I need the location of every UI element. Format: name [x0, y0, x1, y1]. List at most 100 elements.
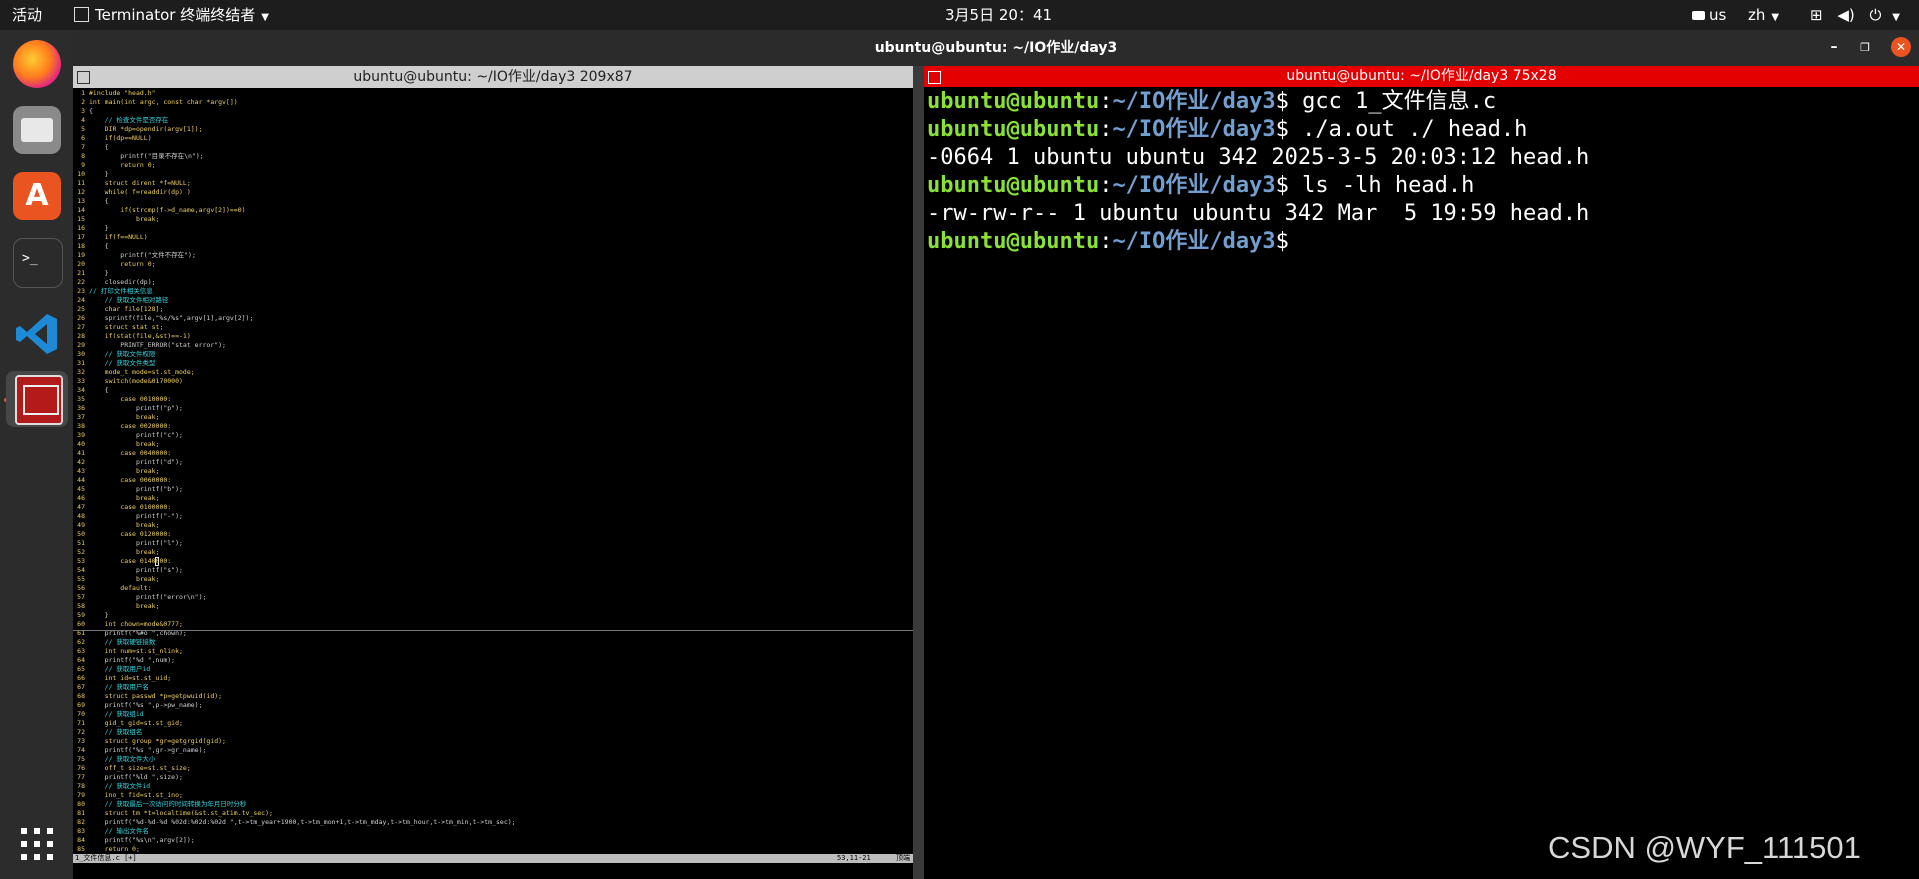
code-line: #include "head.h"	[89, 89, 156, 97]
app-menu[interactable]: Terminator 终端终结者 ▼	[74, 0, 269, 30]
terminator-icon[interactable]	[15, 375, 63, 425]
system-menu[interactable]: ⊞ ◀) ⏻ ▼	[1810, 0, 1900, 30]
code-line: printf("%s ",gr->gr_name);	[89, 746, 207, 754]
line-number: 42	[77, 458, 85, 466]
input-method-indicator[interactable]: zh ▼	[1748, 0, 1779, 30]
line-number: 11	[77, 179, 85, 187]
line-number: 31	[77, 359, 85, 367]
show-applications-icon[interactable]	[20, 827, 54, 861]
line-number: 78	[77, 782, 85, 790]
vscode-logo	[16, 314, 57, 354]
prompt-dollar: $	[1275, 117, 1303, 142]
code-line: return 0;	[89, 845, 140, 853]
code-line: printf("c");	[89, 431, 183, 439]
app-grid-icon	[21, 828, 53, 860]
output-text: -0664 1 ubuntu ubuntu 342 2025-3-5 20:03…	[927, 145, 1590, 170]
files-icon[interactable]	[13, 106, 61, 154]
prompt-separator: :	[1099, 89, 1113, 114]
code-line: break;	[89, 521, 160, 529]
code-line: // 获取文件权限	[89, 350, 156, 358]
keyboard-layout-label: us	[1709, 6, 1727, 24]
line-number: 70	[77, 710, 85, 718]
line-number: 48	[77, 512, 85, 520]
line-number: 17	[77, 233, 85, 241]
code-line: struct tm *t=localtime(&st.st_atim.tv_se…	[89, 809, 273, 817]
terminal-icon[interactable]: >_	[13, 238, 63, 288]
line-number: 46	[77, 494, 85, 502]
line-number: 24	[77, 296, 85, 304]
terminal-grid-icon	[928, 71, 941, 84]
code-line: case 0040000:	[89, 449, 172, 457]
line-number: 62	[77, 638, 85, 646]
terminal-output-line: -rw-rw-r-- 1 ubuntu ubuntu 342 Mar 5 19:…	[927, 200, 1589, 228]
code-line: case 0020000:	[89, 422, 172, 430]
code-line: break;	[89, 575, 160, 583]
line-number: 12	[77, 188, 85, 196]
dock: A >_	[0, 30, 73, 879]
vscode-icon[interactable]	[13, 310, 61, 358]
code-line: printf("%ld ",size);	[89, 773, 183, 781]
right-terminal-titlebar[interactable]: ubuntu@ubuntu: ~/IO作业/day3 75x28	[924, 66, 1919, 87]
code-line: {	[89, 107, 93, 115]
vim-code-editor[interactable]: 1 #include "head.h" 2 int main(int argc, co…	[73, 89, 913, 863]
software-center-icon[interactable]: A	[13, 172, 61, 220]
pane-splitter[interactable]	[913, 66, 924, 879]
line-number: 67	[77, 683, 85, 691]
code-line: printf("%d ",num);	[89, 656, 176, 664]
left-terminal-title: ubuntu@ubuntu: ~/IO作业/day3 209x87	[353, 69, 633, 85]
line-number: 77	[77, 773, 85, 781]
vim-status-scroll: 顶端	[896, 854, 910, 862]
code-line: case 0120000:	[89, 530, 172, 538]
maximize-button[interactable]: ❐	[1855, 38, 1875, 58]
firefox-icon[interactable]	[13, 40, 61, 88]
line-number: 59	[77, 611, 85, 619]
line-number: 23	[77, 287, 85, 295]
code-line: // 检查文件是否存在	[89, 116, 169, 124]
code-line: printf("l");	[89, 539, 183, 547]
line-number: 14	[77, 206, 85, 214]
code-line: closedir(dp);	[89, 278, 156, 286]
minimize-button[interactable]: –	[1824, 38, 1844, 58]
line-number: 13	[77, 197, 85, 205]
terminal-prompt-line: ubuntu@ubuntu:~/IO作业/day3$ gcc 1_文件信息.c	[927, 88, 1589, 116]
clock[interactable]: 3月5日 20：41	[945, 0, 1052, 30]
code-line: printf("%s ",p->pw_name);	[89, 701, 203, 709]
line-number: 51	[77, 539, 85, 547]
software-center-glyph: A	[25, 178, 49, 213]
line-number: 80	[77, 800, 85, 808]
line-number: 60	[77, 620, 85, 628]
code-line: if(dp==NULL)	[89, 134, 152, 142]
line-number: 38	[77, 422, 85, 430]
line-number: 76	[77, 764, 85, 772]
network-icon: ⊞	[1810, 6, 1823, 24]
line-number: 64	[77, 656, 85, 664]
vim-status-position: 53,11-21	[837, 854, 871, 862]
code-line: struct passwd *p=getpwuid(id);	[89, 692, 223, 700]
left-terminal-pane[interactable]: ubuntu@ubuntu: ~/IO作业/day3 209x87 1 #incl…	[73, 66, 913, 879]
right-terminal-pane[interactable]: ubuntu@ubuntu: ~/IO作业/day3 75x28 ubuntu@…	[924, 66, 1919, 879]
code-line: // 获取最后一次访问的时间转换为年月日时分秒	[89, 800, 247, 808]
left-terminal-titlebar[interactable]: ubuntu@ubuntu: ~/IO作业/day3 209x87	[73, 66, 913, 88]
keyboard-layout-indicator[interactable]: us	[1692, 0, 1726, 30]
line-number: 26	[77, 314, 85, 322]
code-line: PRINTF_ERROR("stat error");	[89, 341, 226, 349]
code-line: int id=st.st_uid;	[89, 674, 172, 682]
right-terminal-title: ubuntu@ubuntu: ~/IO作业/day3 75x28	[1286, 68, 1557, 84]
code-line: while( f=readdir(dp) )	[89, 188, 191, 196]
code-line: // 获取文件相对路径	[89, 296, 169, 304]
code-line: // 获取组名	[89, 728, 143, 736]
code-line: break;	[89, 494, 160, 502]
line-number: 82	[77, 818, 85, 826]
code-line: case 0010000:	[89, 395, 172, 403]
code-line: gid_t gid=st.st_gid;	[89, 719, 183, 727]
code-line: struct stat st;	[89, 323, 164, 331]
output-text: -rw-rw-r-- 1 ubuntu ubuntu 342 Mar 5 19:…	[927, 201, 1590, 226]
line-number: 6	[81, 134, 85, 142]
close-button[interactable]: ✕	[1891, 37, 1911, 57]
line-number: 49	[77, 521, 85, 529]
vim-status-filename: 1_文件信息.c [+]	[75, 854, 137, 862]
line-number: 73	[77, 737, 85, 745]
terminal-output[interactable]: ubuntu@ubuntu:~/IO作业/day3$ gcc 1_文件信息.c u…	[927, 88, 1589, 256]
activities-button[interactable]: 活动	[12, 0, 42, 30]
window-titlebar[interactable]: ubuntu@ubuntu: ~/IO作业/day3 – ❐ ✕	[73, 30, 1919, 66]
